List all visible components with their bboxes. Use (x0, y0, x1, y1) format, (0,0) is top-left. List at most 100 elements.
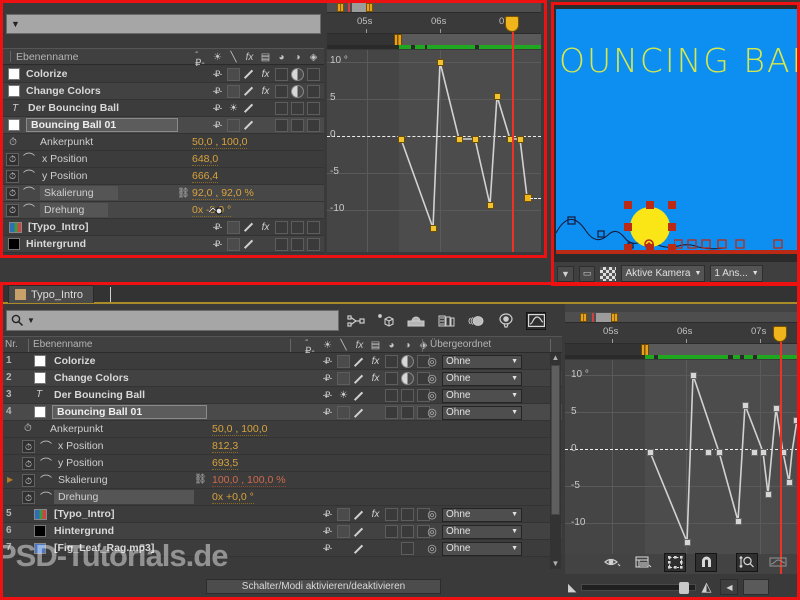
top-graph-plot[interactable]: 10 ° 5 0 -5 -10 (327, 50, 541, 252)
property-value[interactable]: 812,3 (212, 440, 239, 453)
link-chain-icon[interactable]: ⛓ (194, 474, 207, 485)
layer-list-scrollbar[interactable]: ▲ ▼ (550, 353, 561, 569)
keyframe-marker[interactable] (742, 402, 749, 409)
stopwatch-icon[interactable]: ⏱ (6, 169, 19, 183)
3d-layer-toggle[interactable] (307, 67, 320, 81)
graph-curve-icon[interactable]: ⌒ (40, 455, 52, 472)
auto-zoom-icon[interactable] (767, 553, 789, 572)
timeline-toolbar[interactable] (346, 310, 546, 331)
graph-curve-icon[interactable]: ⌒ (40, 472, 52, 489)
eye-icon[interactable] (602, 553, 624, 572)
keyframe-marker[interactable] (487, 202, 494, 209)
quality-icon[interactable] (353, 542, 366, 555)
parent-dropdown[interactable]: Ohne ▼ (442, 524, 522, 539)
work-area-bar[interactable] (327, 2, 541, 13)
keyframe-marker[interactable] (765, 491, 772, 498)
quality-icon[interactable]: ╲ (227, 51, 240, 64)
pickwhip-icon[interactable]: ◎ (426, 372, 438, 385)
quality-icon[interactable] (243, 221, 256, 234)
frame-blend-toggle[interactable] (385, 406, 398, 419)
shy-icon[interactable]: -₽- (320, 526, 334, 537)
composition-viewer-toolbar[interactable]: ▼ ▭ Aktive Kamera ▼ 1 Ans... ▼ (553, 261, 800, 285)
quality-icon[interactable] (243, 119, 256, 132)
frame-blend-toggle[interactable] (275, 84, 288, 98)
bottom-graph-editor[interactable]: 05s 06s 07s 10 ° 5 0 -5 -10 (565, 304, 798, 574)
parent-cell[interactable]: ◎ Ohne ▼ (426, 387, 522, 404)
frame-blend-icon[interactable]: ▤ (369, 339, 382, 352)
stopwatch-icon[interactable]: ⏱ (22, 457, 35, 470)
quality-icon[interactable] (243, 68, 256, 81)
selection-handle[interactable] (668, 223, 676, 231)
adjustment-layer-icon[interactable] (291, 67, 304, 81)
effects-fx-icon[interactable]: fx (259, 222, 272, 233)
pickwhip-icon[interactable]: ◎ (426, 508, 438, 521)
shy-icon[interactable]: -₽- (320, 356, 334, 367)
adjustment-layer-icon[interactable] (291, 84, 304, 98)
top-search-input[interactable]: ▼ (6, 14, 321, 34)
quality-icon[interactable] (353, 525, 366, 538)
property-row-drehung[interactable]: ⏱ Drehung 0x -8,0 ° (2, 201, 324, 219)
quality-icon[interactable] (243, 238, 256, 251)
composition-canvas[interactable]: BOUNCING BALL (556, 9, 800, 254)
3d-layer-toggle[interactable] (307, 84, 320, 98)
motion-blur-icon[interactable]: ◕ (275, 51, 288, 64)
property-row-y-position[interactable]: ⏱ ⌒ y Position 693,5 (2, 455, 562, 472)
motion-blur-toggle[interactable] (401, 508, 414, 521)
motion-blur-toggle[interactable] (401, 406, 414, 419)
collapse-toggle[interactable] (227, 118, 240, 132)
scrollbar-thumb[interactable] (551, 365, 560, 515)
shy-icon[interactable]: -₽- (210, 103, 224, 114)
keyframe-marker[interactable] (647, 449, 654, 456)
collapse-transform-icon[interactable]: ☀ (321, 339, 334, 352)
quality-icon[interactable] (353, 389, 366, 402)
pickwhip-icon[interactable]: ◎ (426, 355, 438, 368)
layer-row-der-bouncing-ball[interactable]: 3 T Der Bouncing Ball -₽- ☀ ◎ Ohne ▼ (2, 387, 562, 404)
layer-row-bouncing-ball-01[interactable]: 4 Bouncing Ball 01 -₽- ◎ Ohne ▼ (2, 404, 562, 421)
draft-3d-icon[interactable] (376, 312, 396, 330)
zoom-slider[interactable] (581, 581, 697, 594)
quality-icon[interactable] (353, 355, 366, 368)
selection-handle[interactable] (624, 201, 632, 209)
keyframe-marker[interactable] (773, 405, 780, 412)
link-chain-icon[interactable]: ⛓ (177, 188, 190, 199)
graph-curve-icon[interactable] (22, 167, 36, 184)
layer-row-typo-intro[interactable]: 5 [Typo_Intro] -₽- fx ◎ Ohne ▼ (2, 506, 562, 523)
toggle-switches-modes-button[interactable]: Schalter/Modi aktivieren/deaktivieren (206, 579, 441, 594)
frame-blend-toggle[interactable] (385, 355, 398, 368)
collapse-transform-icon[interactable]: ☀ (337, 390, 350, 401)
parent-dropdown[interactable]: Ohne ▼ (442, 541, 522, 556)
property-row-skalierung[interactable]: ⏱ Skalierung ⛓ 92,0 , 92,0 % (2, 184, 324, 202)
shy-icon[interactable]: -₽- (320, 373, 334, 384)
keyframe-marker[interactable] (705, 449, 712, 456)
shy-icon[interactable]: -₽- (195, 47, 208, 69)
chevron-down-icon[interactable]: ▼ (27, 316, 35, 325)
parent-dropdown[interactable]: Ohne ▼ (442, 354, 522, 369)
frame-blending-icon[interactable] (436, 312, 456, 330)
effects-fx-icon[interactable]: fx (259, 86, 272, 97)
property-value[interactable]: 648,0 (192, 153, 219, 166)
parent-dropdown[interactable]: Ohne ▼ (442, 371, 522, 386)
graph-curve-icon[interactable]: ⌒ (40, 489, 52, 506)
graph-type-icon[interactable] (633, 553, 655, 572)
views-select-dropdown[interactable]: 1 Ans... ▼ (710, 265, 763, 282)
pickwhip-icon[interactable]: ◎ (426, 389, 438, 402)
work-area-end-handle[interactable] (611, 313, 618, 322)
expand-triangle-icon[interactable]: ▶ (7, 475, 13, 484)
stopwatch-icon[interactable]: ⏱ (6, 152, 19, 166)
zoom-in-icon[interactable]: ◭ (701, 579, 711, 595)
snap-icon[interactable] (695, 552, 717, 572)
zoom-navigator-bar[interactable] (327, 33, 541, 46)
collapse-toggle[interactable] (227, 84, 240, 98)
motion-blur-icon[interactable]: ◕ (385, 339, 398, 352)
motion-blur-toggle[interactable] (291, 237, 304, 251)
shy-icon[interactable]: -₽- (210, 120, 224, 131)
parent-dropdown[interactable]: Ohne ▼ (442, 405, 522, 420)
region-of-interest-icon[interactable]: ▭ (578, 265, 596, 282)
quality-icon[interactable] (243, 85, 256, 98)
collapse-transform-icon[interactable]: ☀ (227, 103, 240, 114)
collapse-toggle[interactable] (337, 525, 350, 538)
top-graph-editor[interactable]: 05s 06s 07s (327, 2, 541, 252)
property-row-x-position[interactable]: ⏱ x Position 648,0 (2, 150, 324, 168)
camera-select-dropdown[interactable]: Aktive Kamera ▼ (621, 265, 706, 282)
parent-cell[interactable]: ◎ Ohne ▼ (426, 540, 522, 557)
